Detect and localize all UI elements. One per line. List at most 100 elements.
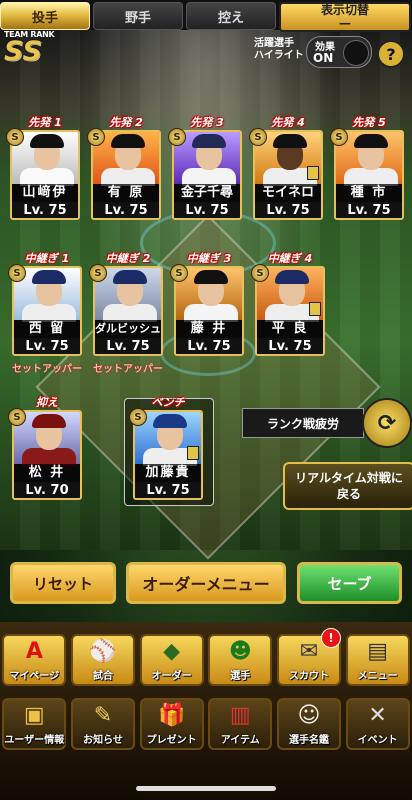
player-level: Lv. 75 — [174, 202, 240, 218]
s-rank-icon: S — [89, 264, 107, 282]
menu-player-directory[interactable]: ☺ 選手名鑑 — [276, 698, 341, 750]
arrow-up-icon — [309, 302, 321, 316]
menu-item[interactable]: ▥ アイテム — [208, 698, 273, 750]
refresh-cycle-icon[interactable]: ⟳ — [362, 398, 412, 448]
reliever-slot-4[interactable]: 中継ぎ 4 S 平 良 Lv. 75 — [251, 252, 325, 356]
menu-row-main: A マイページ ⚾ 試合 ◆ オーダー ☻ 選手 ✉ スカウト! ▤ メニュー — [0, 628, 412, 686]
menu-user-info[interactable]: ▣ ユーザー情報 — [2, 698, 67, 750]
position-label: 抑え — [36, 396, 58, 409]
highlight-line2: ハイライト — [254, 50, 304, 61]
display-switch-button[interactable]: 表示切替 — — [279, 2, 411, 32]
bench-slot[interactable]: ベンチ S 加藤貴 Lv. 75 — [129, 396, 203, 500]
player-level: Lv. 75 — [93, 202, 159, 218]
mypage-icon: A — [25, 639, 43, 664]
starter-slot-2[interactable]: 先発 2 S 有 原 Lv. 75 — [87, 116, 161, 220]
return-realtime-button[interactable]: リアルタイム対戦に 戻る — [283, 462, 412, 510]
team-rank: TEAM RANK SS — [4, 30, 55, 67]
reliever-slot-1[interactable]: 中継ぎ 1 S 西 留 Lv. 75 セットアッパー — [8, 252, 82, 375]
player-name: モイネロ — [255, 184, 321, 202]
position-label: 先発 5 — [352, 116, 386, 129]
s-rank-icon: S — [249, 128, 267, 146]
role-note: セットアッパー — [12, 364, 82, 375]
event-icon: ✕ — [368, 703, 387, 728]
rank-fatigue-label: ランク戦疲労 — [242, 408, 364, 438]
player-level: Lv. 75 — [12, 202, 78, 218]
role-note: セットアッパー — [93, 364, 163, 375]
gift-icon: 🎁 — [157, 703, 186, 728]
s-rank-icon: S — [87, 128, 105, 146]
player-level: Lv. 70 — [14, 482, 80, 498]
order-menu-button[interactable]: オーダーメニュー — [126, 562, 286, 604]
team-rank-value: SS — [4, 36, 42, 67]
player-level: Lv. 75 — [95, 338, 161, 354]
menu-label: アイテム — [220, 735, 260, 746]
position-label: 先発 2 — [109, 116, 143, 129]
tab-fielder[interactable]: 野手 — [93, 2, 183, 30]
s-rank-icon: S — [168, 128, 186, 146]
position-label: 中継ぎ 1 — [24, 252, 70, 265]
player-name: ダルビッシュ — [95, 320, 161, 338]
player-name: 有 原 — [93, 184, 159, 202]
player-name: 加藤貴 — [135, 464, 201, 482]
s-rank-icon: S — [330, 128, 348, 146]
menu-news[interactable]: ✎ お知らせ — [70, 698, 135, 750]
position-label: 先発 3 — [190, 116, 224, 129]
menu-row-sub: ▣ ユーザー情報 ✎ お知らせ 🎁 プレゼント ▥ アイテム ☺ 選手名鑑 ✕ イベント — [0, 698, 412, 750]
player-name: 山﨑伊 — [12, 184, 78, 202]
s-rank-icon: S — [129, 408, 147, 426]
menu-menu[interactable]: ▤ メニュー — [345, 634, 410, 686]
player-directory-icon: ☺ — [297, 703, 321, 728]
position-label: 先発 1 — [28, 116, 62, 129]
s-rank-icon: S — [8, 264, 26, 282]
realtime-line2: 戻る — [336, 487, 361, 501]
position-label: 中継ぎ 4 — [267, 252, 313, 265]
menu-icon: ▤ — [367, 639, 388, 664]
highlight-line1: 活躍選手 — [254, 38, 294, 49]
bottom-menu: A マイページ ⚾ 試合 ◆ オーダー ☻ 選手 ✉ スカウト! ▤ メニュー ▣ ユーザー情… — [0, 622, 412, 800]
help-icon[interactable]: ? — [377, 40, 405, 68]
display-switch-value: — — [339, 16, 351, 30]
menu-mypage[interactable]: A マイページ — [2, 634, 67, 686]
user-info-icon: ▣ — [23, 703, 45, 728]
reset-button[interactable]: リセット — [10, 562, 116, 604]
starter-slot-1[interactable]: 先発 1 S 山﨑伊 Lv. 75 — [6, 116, 80, 220]
s-rank-icon: S — [6, 128, 24, 146]
position-label: ベンチ — [151, 396, 185, 409]
stadium-icon: ⚾ — [89, 639, 117, 664]
player-name: 平 良 — [257, 320, 323, 338]
news-icon: ✎ — [93, 703, 113, 728]
save-button[interactable]: セーブ — [297, 562, 402, 604]
menu-game[interactable]: ⚾ 試合 — [70, 634, 135, 686]
reliever-slot-2[interactable]: 中継ぎ 2 S ダルビッシュ Lv. 75 セットアッパー — [89, 252, 163, 375]
menu-order[interactable]: ◆ オーダー — [139, 634, 204, 686]
starter-slot-4[interactable]: 先発 4 S モイネロ Lv. 75 — [249, 116, 323, 220]
menu-label: 選手 — [230, 671, 251, 682]
arrow-up-icon — [187, 446, 199, 460]
menu-label: メニュー — [357, 671, 398, 682]
menu-label: 選手名鑑 — [288, 735, 329, 746]
player-level: Lv. 75 — [255, 202, 321, 218]
player-name: 藤 井 — [176, 320, 242, 338]
menu-players[interactable]: ☻ 選手 — [208, 634, 273, 686]
starter-slot-5[interactable]: 先発 5 S 種 市 Lv. 75 — [330, 116, 404, 220]
menu-label: ユーザー情報 — [4, 735, 65, 746]
menu-event[interactable]: ✕ イベント — [345, 698, 410, 750]
s-rank-icon: S — [251, 264, 269, 282]
starter-slot-3[interactable]: 先発 3 S 金子千尋 Lv. 75 — [168, 116, 242, 220]
closer-slot[interactable]: 抑え S 松 井 Lv. 70 — [8, 396, 82, 500]
menu-label: スカウト — [288, 671, 329, 682]
field-diamond-icon: ◆ — [163, 639, 181, 664]
reliever-slot-3[interactable]: 中継ぎ 3 S 藤 井 Lv. 75 — [170, 252, 244, 356]
menu-present[interactable]: 🎁 プレゼント — [139, 698, 204, 750]
menu-label: プレゼント — [146, 735, 197, 746]
tab-bench[interactable]: 控え — [186, 2, 276, 30]
menu-scout[interactable]: ✉ スカウト! — [276, 628, 341, 686]
toggle-knob — [343, 40, 369, 66]
effect-toggle[interactable]: 効果 ON — [306, 36, 372, 68]
menu-label: お知らせ — [83, 735, 123, 746]
tab-pitcher[interactable]: 投手 — [0, 2, 90, 30]
player-icon: ☻ — [228, 639, 252, 664]
menu-label: イベント — [357, 735, 398, 746]
player-level: Lv. 75 — [257, 338, 323, 354]
player-level: Lv. 75 — [135, 482, 201, 498]
